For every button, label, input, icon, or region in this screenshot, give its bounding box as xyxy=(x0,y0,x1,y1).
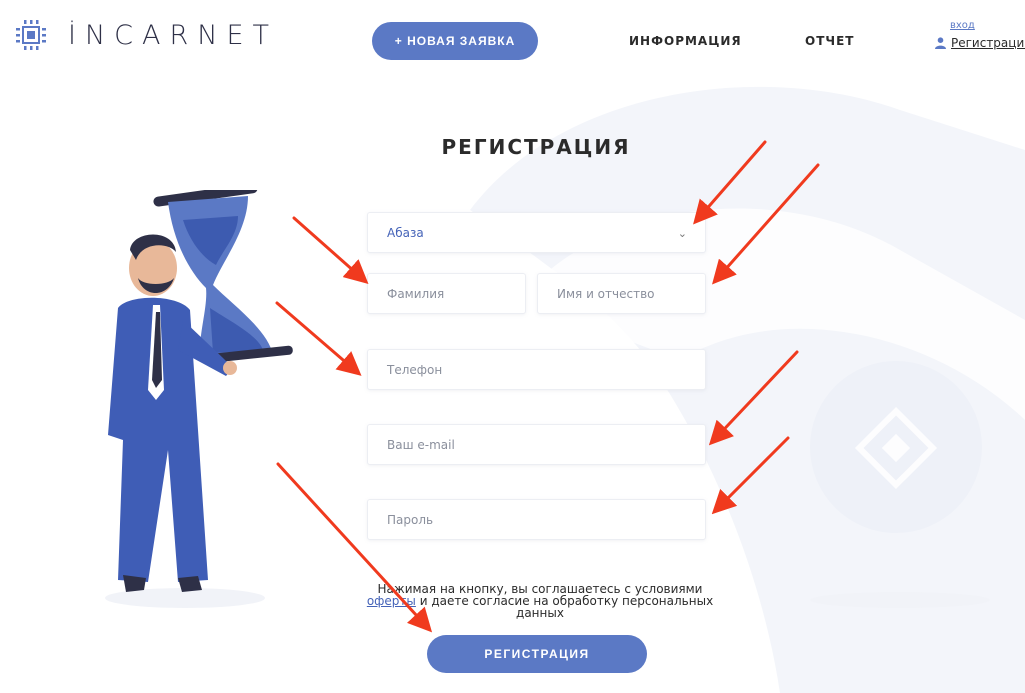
firstname-field[interactable]: Имя и отчество xyxy=(537,273,706,314)
logo-text: İNCARNET xyxy=(68,19,278,51)
password-placeholder: Пароль xyxy=(387,512,434,527)
phone-field[interactable]: Телефон xyxy=(367,349,706,390)
nav-info-link[interactable]: ИНФОРМАЦИЯ xyxy=(629,34,742,48)
lastname-field[interactable]: Фамилия xyxy=(367,273,526,314)
offer-link[interactable]: оферты xyxy=(367,594,416,608)
password-field[interactable]: Пароль xyxy=(367,499,706,540)
phone-placeholder: Телефон xyxy=(387,362,443,377)
login-link[interactable]: вход xyxy=(950,20,975,31)
consent-text: Нажимая на кнопку, вы соглашаетесь с усл… xyxy=(360,583,720,619)
consent-line2: и даете согласие на обработку персональн… xyxy=(415,594,714,608)
new-request-button[interactable]: + НОВАЯ ЗАЯВКА xyxy=(372,22,538,60)
consent-line3: данных xyxy=(516,606,564,620)
email-field[interactable]: Ваш e-mail xyxy=(367,424,706,465)
register-link[interactable]: Регистрация xyxy=(935,36,1025,50)
lastname-placeholder: Фамилия xyxy=(387,286,445,301)
city-select[interactable]: Абаза ⌄ xyxy=(367,212,706,253)
user-icon xyxy=(935,37,946,49)
register-link-label: Регистрация xyxy=(951,36,1025,50)
chevron-down-icon: ⌄ xyxy=(677,227,687,240)
logo[interactable]: İNCARNET xyxy=(14,18,278,52)
page-title: РЕГИСТРАЦИЯ xyxy=(441,135,631,159)
man-with-hourglass-illustration xyxy=(108,190,293,592)
email-placeholder: Ваш e-mail xyxy=(387,437,455,452)
firstname-placeholder: Имя и отчество xyxy=(557,286,655,301)
city-select-value: Абаза xyxy=(387,225,424,240)
register-submit-button[interactable]: РЕГИСТРАЦИЯ xyxy=(427,635,647,673)
chip-icon xyxy=(16,20,46,50)
nav-report-link[interactable]: ОТЧЕТ xyxy=(805,34,854,48)
